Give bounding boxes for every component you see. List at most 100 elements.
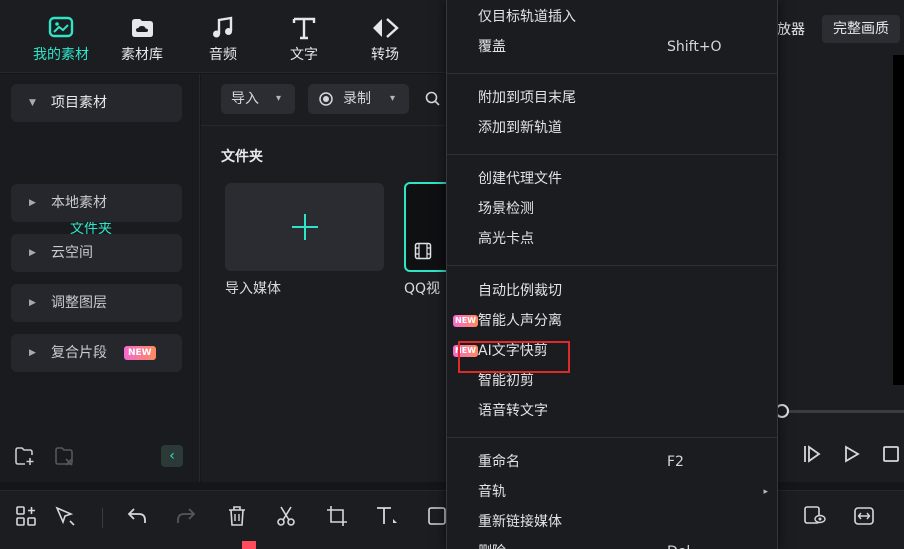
import-media-label: 导入媒体 [225,281,281,297]
record-icon [319,92,333,106]
scissors-icon[interactable] [275,505,297,527]
menu-item-label: 音轨 [478,484,506,500]
tab-label: 素材库 [121,47,163,63]
sidebar-item-label: 云空间 [51,245,93,261]
menu-item-scene-detection[interactable]: 场景检测 [478,194,768,224]
sidebar-item-label: 复合片段 [51,345,107,361]
remove-folder-icon [55,447,73,466]
next-frame-icon[interactable] [803,445,821,463]
toolbar-divider [102,508,103,528]
menu-item-create-proxy[interactable]: 创建代理文件 [478,164,768,194]
submenu-arrow-icon: ▸ [763,487,768,497]
menu-item-add-new-track[interactable]: 添加到新轨道 [478,113,768,143]
menu-item-vocal-separation[interactable]: 智能人声分离 [478,306,768,336]
collapse-sidebar-button[interactable]: ‹ [161,445,183,467]
plus-icon [292,214,318,240]
preview-render-icon[interactable] [803,505,827,527]
caret-right-icon: ▶ [29,198,36,208]
redo-icon[interactable] [175,505,197,527]
record-dropdown[interactable]: 录制 ▾ [308,84,409,114]
full-quality-button[interactable]: 完整画质 [822,15,900,43]
tab-label: 音频 [209,47,237,63]
sidebar-item-label: 本地素材 [51,195,107,211]
folder-section-title: 文件夹 [221,149,263,165]
caret-down-icon: ▼ [29,98,36,108]
preview-screen [893,55,904,385]
menu-item-label: 创建代理文件 [478,171,562,187]
sidebar-item-cloud-space[interactable]: ▶ 云空间 [11,234,182,272]
fit-width-icon[interactable] [853,505,875,527]
media-toolbar: 导入 ▾ 录制 ▾ [201,74,451,126]
menu-item-label: 自动比例裁切 [478,283,562,299]
menu-item-overwrite[interactable]: 覆盖 Shift+O [478,32,768,62]
editor-window: 我的素材 素材库 音频 文字 转场 放器 完整画质 ▼ 项目素材 文件夹 ▶ 本… [0,0,904,549]
tab-text[interactable]: 文字 [264,10,344,68]
select-cursor-icon[interactable] [54,505,76,527]
menu-item-rename[interactable]: 重命名 F2 [478,447,768,477]
sidebar-item-project-media[interactable]: ▼ 项目素材 [11,84,182,122]
film-icon [414,242,432,260]
import-dropdown[interactable]: 导入 ▾ [221,84,295,114]
context-menu: 仅目标轨道插入 覆盖 Shift+O 附加到项目末尾 添加到新轨道 创建代理文件 … [446,0,778,549]
timeline-playhead[interactable] [242,541,256,549]
sidebar-item-local-media[interactable]: ▶ 本地素材 [11,184,182,222]
layout-grid-icon[interactable] [15,505,37,527]
sidebar-item-adjustment-layer[interactable]: ▶ 调整图层 [11,284,182,322]
menu-item-label: 语音转文字 [478,403,548,419]
menu-item-speech-to-text[interactable]: 语音转文字 [478,396,768,426]
sidebar-item-label: 调整图层 [51,295,107,311]
menu-item-append-to-end[interactable]: 附加到项目末尾 [478,83,768,113]
tab-label: 我的素材 [33,47,89,63]
menu-item-label: 高光卡点 [478,231,534,247]
tab-label: 转场 [371,47,399,63]
menu-divider [447,437,777,438]
menu-item-delete[interactable]: 删除 Del [478,537,768,549]
tab-audio[interactable]: 音频 [183,10,263,68]
menu-item-relink-media[interactable]: 重新链接媒体 [478,507,768,537]
media-panel: 导入 ▾ 录制 ▾ 文件夹 导入媒体 QQ视 [201,74,464,482]
search-icon[interactable] [425,91,441,107]
chevron-down-icon: ▾ [390,93,396,104]
player-label: 放器 [777,22,805,38]
play-icon[interactable] [843,445,861,463]
caret-right-icon: ▶ [29,248,36,258]
import-media-card[interactable] [225,183,384,271]
tab-library[interactable]: 素材库 [102,10,182,68]
chevron-left-icon: ‹ [169,448,175,464]
menu-item-label: 删除 [478,544,506,549]
undo-icon[interactable] [126,505,148,527]
menu-shortcut: F2 [667,454,684,470]
annotation-highlight-box [458,341,570,373]
caret-right-icon: ▶ [29,348,36,358]
new-badge: NEW [124,346,156,360]
preview-panel [775,52,904,482]
crop-icon[interactable] [326,505,348,527]
menu-item-label: 智能人声分离 [478,313,562,329]
tab-my-media[interactable]: 我的素材 [21,10,101,68]
scrub-track[interactable] [778,410,904,413]
chevron-down-icon: ▾ [276,93,282,104]
media-icon [48,16,74,38]
cloud-folder-icon [132,19,153,37]
text-tool-icon[interactable] [375,505,399,527]
menu-item-audio-track[interactable]: 音轨 ▸ [478,477,768,507]
tab-transition[interactable]: 转场 [345,10,425,68]
delete-icon[interactable] [226,505,248,527]
shape-icon[interactable] [428,505,446,527]
menu-divider [447,154,777,155]
menu-item-auto-reframe[interactable]: 自动比例裁切 [478,276,768,306]
stop-icon[interactable] [882,445,900,463]
transition-icon [373,18,399,38]
menu-item-highlight-beat[interactable]: 高光卡点 [478,224,768,254]
menu-item-label: 重命名 [478,454,520,470]
new-badge: NEW [453,315,478,327]
menu-item-insert-target-track[interactable]: 仅目标轨道插入 [478,2,768,32]
record-label: 录制 [343,91,371,107]
tab-label: 文字 [290,47,318,63]
left-sidebar: ▼ 项目素材 文件夹 ▶ 本地素材 ▶ 云空间 ▶ 调整图层 ▶ 复合片段 NE… [0,74,200,482]
sidebar-item-label: 项目素材 [51,95,107,111]
new-folder-icon[interactable] [14,446,36,466]
sidebar-item-compound-clip[interactable]: ▶ 复合片段 NEW [11,334,182,372]
menu-item-label: 重新链接媒体 [478,514,562,530]
menu-item-label: 添加到新轨道 [478,120,562,136]
